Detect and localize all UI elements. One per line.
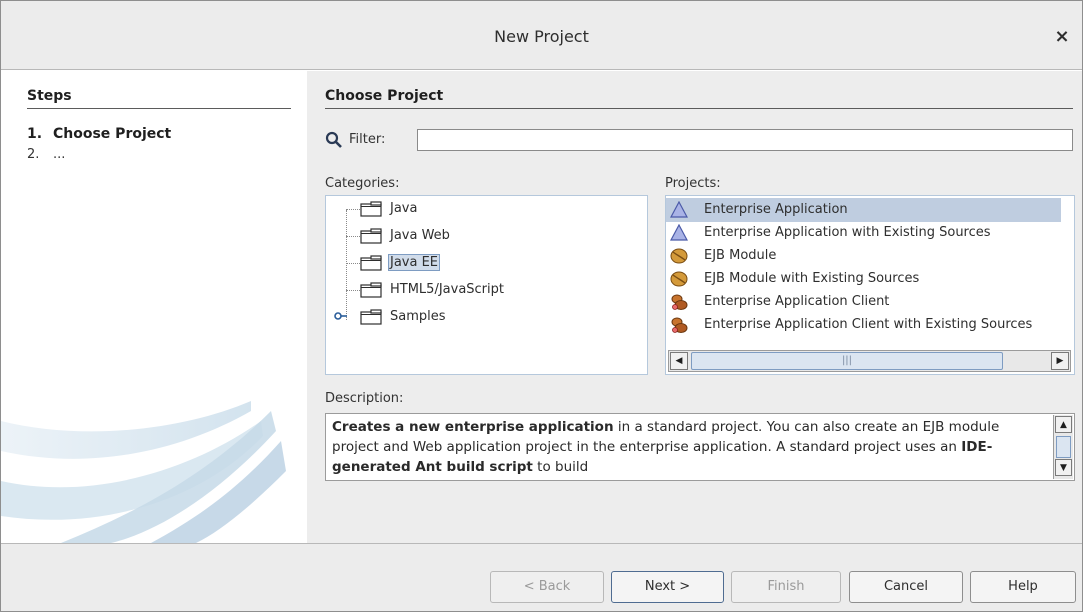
steps-heading: Steps <box>27 88 72 104</box>
expand-handle-icon[interactable] <box>334 310 348 322</box>
filter-input[interactable] <box>417 129 1073 151</box>
filter-row: Filter: <box>325 127 1075 151</box>
category-label: Java Web <box>390 228 450 243</box>
folder-icon <box>360 282 382 298</box>
steps-pane: Steps 1. Choose Project 2.... <box>1 71 307 543</box>
section-heading: Choose Project <box>325 88 444 104</box>
bean-icon <box>670 248 688 264</box>
tree-connector <box>346 210 347 320</box>
category-label: Samples <box>390 309 446 324</box>
project-item-enterprise-app-client-existing[interactable]: Enterprise Application Client with Exist… <box>666 313 1061 337</box>
step-item-next: 2.... <box>27 147 65 162</box>
folder-icon <box>360 228 382 244</box>
project-item-enterprise-app-client[interactable]: Enterprise Application Client <box>666 290 1061 314</box>
projects-horizontal-scrollbar[interactable]: ◀ ||| ▶ <box>668 350 1071 372</box>
tree-branch <box>346 263 360 264</box>
projects-list[interactable]: Enterprise Application Enterprise Applic… <box>665 195 1075 375</box>
folder-icon <box>360 255 382 271</box>
scroll-up-arrow-icon[interactable]: ▲ <box>1055 416 1072 433</box>
tree-branch <box>346 290 360 291</box>
folder-icon <box>360 309 382 325</box>
project-item-enterprise-application[interactable]: Enterprise Application <box>666 198 1061 222</box>
project-label: EJB Module with Existing Sources <box>704 271 920 286</box>
help-button[interactable]: Help <box>970 571 1076 603</box>
description-tail: to build <box>532 459 589 475</box>
tree-branch <box>346 209 360 210</box>
category-label: Java EE <box>388 254 441 271</box>
cancel-button[interactable]: Cancel <box>849 571 963 603</box>
bean-icon <box>670 271 688 287</box>
scroll-thumb[interactable]: ||| <box>691 352 1003 370</box>
category-label: HTML5/JavaScript <box>390 282 504 297</box>
project-item-ejb-module-existing[interactable]: EJB Module with Existing Sources <box>666 267 1061 291</box>
button-bar: < Back Next > Finish Cancel Help <box>1 543 1082 611</box>
description-box: Creates a new enterprise application in … <box>325 413 1075 481</box>
category-label: Java <box>390 201 418 216</box>
scroll-right-arrow-icon[interactable]: ▶ <box>1051 352 1069 370</box>
triangle-icon <box>670 224 688 241</box>
projects-label: Projects: <box>665 176 721 191</box>
coffee-beans-icon <box>671 317 688 333</box>
finish-button[interactable]: Finish <box>731 571 841 603</box>
categories-label: Categories: <box>325 176 400 191</box>
next-button[interactable]: Next > <box>611 571 724 603</box>
decorative-swoosh-graphic <box>1 401 286 543</box>
tree-branch <box>346 236 360 237</box>
close-button[interactable]: × <box>1052 27 1072 47</box>
step-item-choose-project: 1. Choose Project <box>27 126 171 142</box>
scroll-thumb[interactable] <box>1056 436 1071 458</box>
description-label: Description: <box>325 391 404 406</box>
step-label: ... <box>53 147 66 162</box>
project-item-enterprise-application-existing[interactable]: Enterprise Application with Existing Sou… <box>666 221 1061 245</box>
scroll-down-arrow-icon[interactable]: ▼ <box>1055 459 1072 476</box>
project-item-ejb-module[interactable]: EJB Module <box>666 244 1061 268</box>
description-bold-lead: Creates a new enterprise application <box>332 419 614 435</box>
step-label: Choose Project <box>53 126 172 142</box>
coffee-beans-icon <box>671 294 688 310</box>
folder-icon <box>360 201 382 217</box>
triangle-icon <box>670 201 688 218</box>
description-vertical-scrollbar[interactable]: ▲ ▼ <box>1053 415 1073 479</box>
filter-label: Filter: <box>349 132 386 147</box>
main-pane: Choose Project Filter: Categories: Proje… <box>307 71 1082 543</box>
step-number: 1. <box>27 126 43 142</box>
back-button[interactable]: < Back <box>490 571 604 603</box>
categories-tree[interactable]: Java Java Web Java EE HTML5/JavaScript S… <box>325 195 648 375</box>
new-project-dialog: New Project × Steps 1. Choose Project 2..… <box>0 0 1083 612</box>
steps-divider <box>27 108 291 109</box>
project-label: Enterprise Application <box>704 202 848 217</box>
step-number: 2. <box>27 147 40 162</box>
section-divider <box>325 108 1073 109</box>
project-label: Enterprise Application Client <box>704 294 890 309</box>
search-icon <box>325 131 342 148</box>
scroll-left-arrow-icon[interactable]: ◀ <box>670 352 688 370</box>
project-label: Enterprise Application Client with Exist… <box>704 317 1033 332</box>
title-bar: New Project × <box>1 1 1082 70</box>
dialog-title: New Project <box>494 27 589 46</box>
project-label: EJB Module <box>704 248 777 263</box>
description-text: Creates a new enterprise application in … <box>332 417 1042 477</box>
project-label: Enterprise Application with Existing Sou… <box>704 225 991 240</box>
